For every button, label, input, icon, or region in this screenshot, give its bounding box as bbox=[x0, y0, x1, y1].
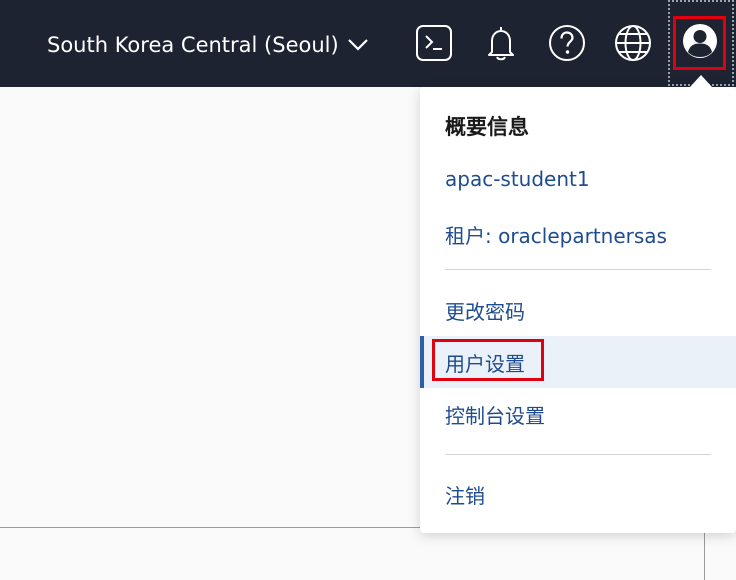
menu-item-label: 用户设置 bbox=[445, 351, 525, 376]
user-profile-icon bbox=[681, 22, 719, 64]
language-globe-icon[interactable] bbox=[613, 23, 653, 63]
region-selector[interactable]: South Korea Central (Seoul) bbox=[47, 28, 369, 62]
user-settings-item[interactable]: 用户设置 bbox=[420, 336, 736, 388]
user-profile-button[interactable] bbox=[673, 16, 726, 70]
menu-item-label: 更改密码 bbox=[445, 299, 525, 324]
menu-caret bbox=[690, 75, 712, 87]
menu-divider bbox=[445, 269, 711, 270]
help-icon[interactable] bbox=[547, 23, 587, 63]
sign-out-label: 注销 bbox=[445, 483, 485, 508]
username-link[interactable]: apac-student1 bbox=[445, 167, 590, 191]
menu-item-label: 控制台设置 bbox=[445, 403, 545, 428]
top-navigation-bar: South Korea Central (Seoul) bbox=[0, 0, 736, 87]
profile-section-title: 概要信息 bbox=[445, 115, 529, 139]
notifications-bell-icon[interactable] bbox=[481, 23, 521, 63]
tenancy-link[interactable]: 租户: oraclepartnersas bbox=[445, 220, 667, 249]
profile-dropdown-menu: 概要信息 apac-student1 租户: oraclepartnersas … bbox=[420, 87, 736, 533]
change-password-item[interactable]: 更改密码 bbox=[420, 284, 736, 336]
chevron-down-icon bbox=[347, 38, 369, 52]
region-label: South Korea Central (Seoul) bbox=[47, 33, 339, 57]
console-settings-item[interactable]: 控制台设置 bbox=[420, 388, 736, 440]
sign-out-item[interactable]: 注销 bbox=[420, 468, 736, 520]
cloud-shell-icon[interactable] bbox=[414, 23, 454, 63]
content-divider-vertical bbox=[704, 527, 705, 580]
menu-divider bbox=[445, 454, 711, 455]
